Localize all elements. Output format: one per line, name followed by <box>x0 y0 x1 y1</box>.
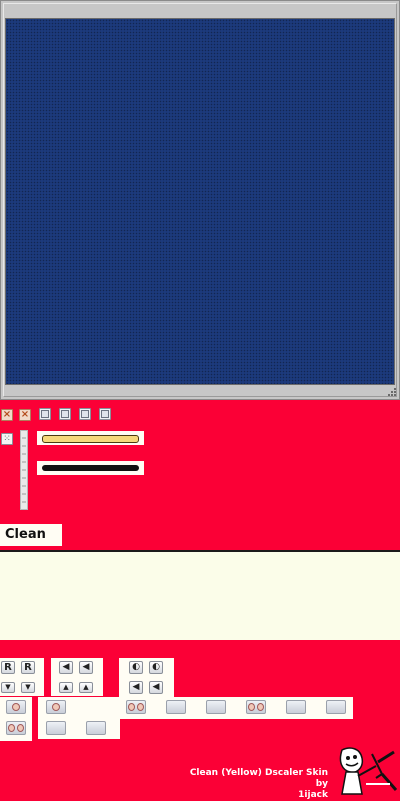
dot-icon <box>248 703 255 711</box>
brightness-slider[interactable] <box>37 431 144 445</box>
grid-icon: ⁙ <box>3 433 11 444</box>
slider-fill-yellow <box>42 435 139 443</box>
options-button[interactable]: ⁙ <box>1 433 13 445</box>
dual-dot-button-2[interactable] <box>126 700 146 714</box>
mascot-logo-icon <box>332 744 398 798</box>
half-circle-icon: ◐ <box>152 662 160 672</box>
dot-icon <box>128 703 135 711</box>
up-button[interactable]: ▲ <box>59 682 73 693</box>
channel-down-button-alt[interactable]: ▼ <box>21 682 35 693</box>
arrow-down-icon: ▼ <box>5 683 11 691</box>
dot-icon <box>17 724 24 732</box>
arrow-down-icon: ▼ <box>25 683 31 691</box>
maximize-button[interactable] <box>79 408 91 420</box>
slider-fill-black <box>42 465 139 471</box>
dot-icon <box>12 703 20 711</box>
up-button-alt[interactable]: ▲ <box>79 682 93 693</box>
level-icon: ◀ <box>152 682 160 692</box>
dot-button[interactable] <box>46 700 66 714</box>
record-button[interactable]: R <box>1 661 15 674</box>
contrast-button[interactable]: ◐ <box>129 661 143 674</box>
fullscreen-icon <box>101 410 109 418</box>
blank-button-5[interactable] <box>46 721 66 735</box>
blank-button-2[interactable] <box>206 700 226 714</box>
maximize-icon <box>81 410 89 418</box>
audio-right-button[interactable]: ◀ <box>79 661 93 674</box>
channel-down-button[interactable]: ▼ <box>1 682 15 693</box>
level-icon: ◀ <box>132 682 140 692</box>
fullscreen-button[interactable] <box>99 408 111 420</box>
blank-button-6[interactable] <box>86 721 106 735</box>
blank-button-1[interactable] <box>166 700 186 714</box>
contrast-button-alt[interactable]: ◐ <box>149 661 163 674</box>
restore-icon <box>61 410 69 418</box>
arrow-up-icon: ▲ <box>83 683 89 691</box>
skin-logo: Clean <box>0 524 62 546</box>
dot-icon <box>257 703 264 711</box>
arrow-up-icon: ▲ <box>63 683 69 691</box>
close-button-alt[interactable]: × <box>19 409 31 421</box>
audio-left-button[interactable]: ◀ <box>59 661 73 674</box>
credit-title: Clean (Yellow) Dscaler Skin <box>189 768 328 778</box>
half-circle-icon: ◐ <box>132 662 140 672</box>
close-icon: × <box>2 409 12 420</box>
info-panel <box>0 552 400 640</box>
credit-by: by <box>315 779 328 789</box>
volume-slider[interactable] <box>20 430 28 510</box>
blank-button-3[interactable] <box>286 700 306 714</box>
credits: Clean (Yellow) Dscaler Skin by 1ijack <box>190 768 328 801</box>
mode-group <box>119 658 174 698</box>
restore-button[interactable] <box>59 408 71 420</box>
level-button-alt[interactable]: ◀ <box>149 681 163 694</box>
dot-icon <box>8 724 15 732</box>
dual-dot-button[interactable] <box>6 721 26 735</box>
contrast-slider[interactable] <box>37 461 144 475</box>
minimize-button[interactable] <box>39 408 51 420</box>
credit-author: 1ijack <box>298 790 328 800</box>
dot-icon <box>137 703 144 711</box>
dual-dot-button-3[interactable] <box>246 700 266 714</box>
blank-button-4[interactable] <box>326 700 346 714</box>
minimize-icon <box>41 410 49 418</box>
speaker-icon: ◀ <box>82 662 90 672</box>
close-icon: × <box>20 409 30 420</box>
speaker-icon: ◀ <box>62 662 70 672</box>
record-dot-button[interactable] <box>6 700 26 714</box>
close-button[interactable]: × <box>1 409 13 421</box>
level-button[interactable]: ◀ <box>129 681 143 694</box>
video-display[interactable] <box>5 18 395 385</box>
dot-icon <box>52 703 60 711</box>
resize-grip-icon[interactable] <box>387 387 398 398</box>
record-button-alt[interactable]: R <box>21 661 35 674</box>
